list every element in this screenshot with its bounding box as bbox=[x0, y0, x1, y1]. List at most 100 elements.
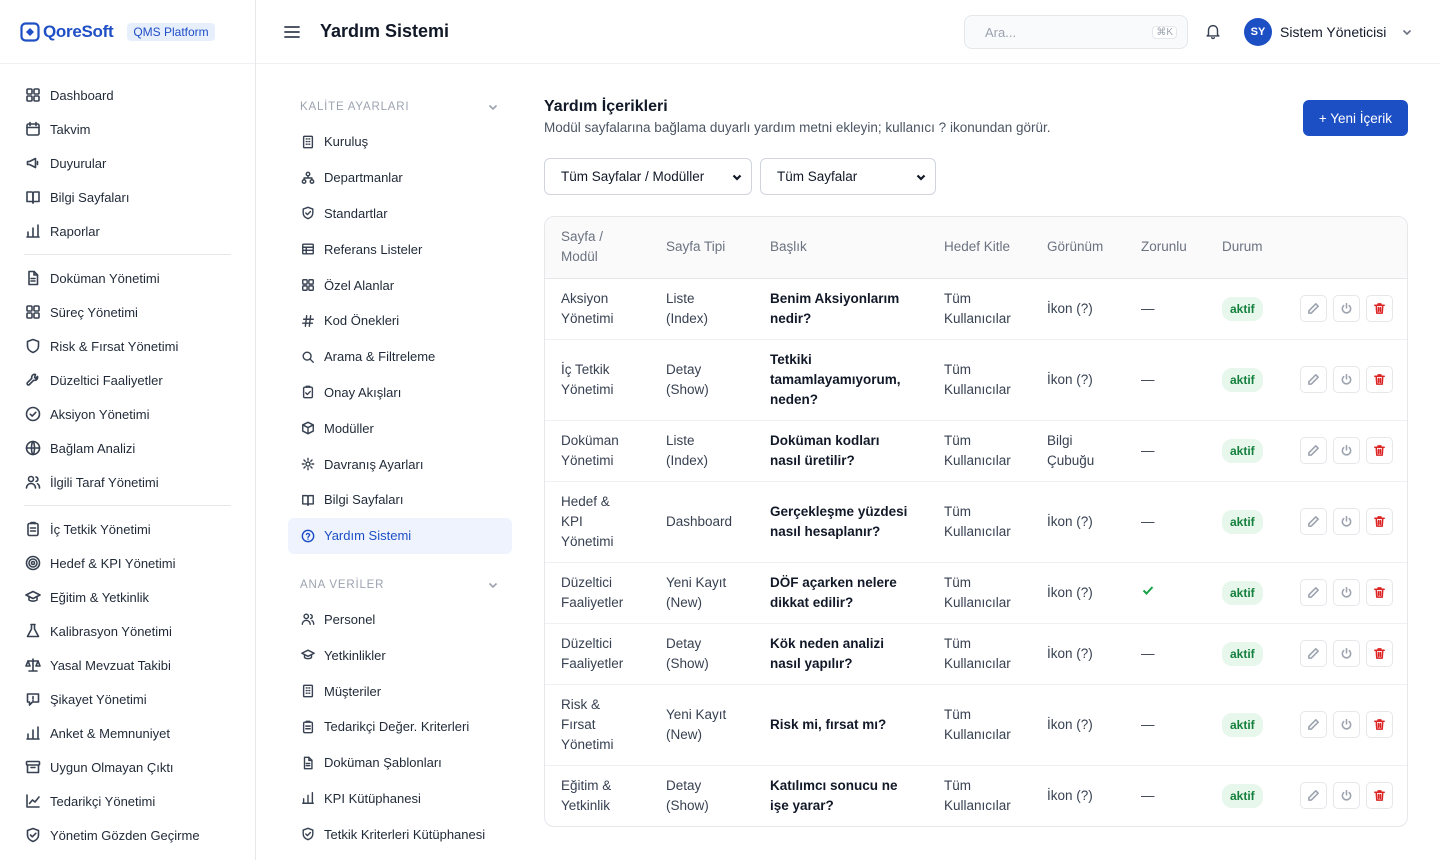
status-badge: aktif bbox=[1222, 712, 1263, 737]
sidebar-item[interactable]: Takvim bbox=[0, 112, 255, 146]
subnav-item[interactable]: Arama & Filtreleme bbox=[288, 339, 512, 375]
pencil-icon bbox=[1308, 445, 1319, 456]
sidebar-item[interactable]: Doküman Yönetimi bbox=[0, 261, 255, 295]
status-badge: aktif bbox=[1222, 509, 1263, 534]
edit-button[interactable] bbox=[1300, 711, 1327, 738]
delete-button[interactable] bbox=[1366, 295, 1393, 322]
subnav-item[interactable]: Müşteriler bbox=[288, 673, 512, 709]
edit-button[interactable] bbox=[1300, 579, 1327, 606]
calendar-icon bbox=[26, 121, 40, 136]
sidebar-item[interactable]: Duyurular bbox=[0, 146, 255, 180]
toggle-active-button[interactable] bbox=[1333, 782, 1360, 810]
toggle-active-button[interactable] bbox=[1333, 640, 1360, 667]
edit-button[interactable] bbox=[1300, 508, 1327, 535]
menu-toggle-button[interactable] bbox=[282, 22, 302, 42]
building-icon bbox=[302, 684, 314, 698]
clipboard-check-icon bbox=[302, 386, 314, 399]
subnav-item[interactable]: Standartlar bbox=[288, 196, 512, 232]
subnav-item[interactable]: Kod Önekleri bbox=[288, 303, 512, 339]
edit-button[interactable] bbox=[1300, 437, 1327, 464]
subnav-item[interactable]: Davranış Ayarları bbox=[288, 446, 512, 482]
sidebar-item[interactable]: İç Tetkik Yönetimi bbox=[0, 512, 255, 546]
org-chart-icon bbox=[301, 171, 315, 184]
page-title: Yardım Sistemi bbox=[320, 21, 450, 41]
page-filter-select[interactable]: Tüm Sayfalar bbox=[760, 158, 936, 195]
delete-button[interactable] bbox=[1366, 782, 1393, 810]
subnav-item-label: Tedarikçi Değer. Kriterleri bbox=[324, 719, 470, 735]
subnav-item[interactable]: Yardım Sistemi bbox=[288, 517, 512, 554]
toggle-active-button[interactable] bbox=[1333, 437, 1360, 464]
delete-button[interactable] bbox=[1366, 508, 1393, 535]
edit-button[interactable] bbox=[1300, 640, 1327, 667]
sidebar-item[interactable]: Şikayet Yönetimi bbox=[0, 682, 255, 716]
delete-button[interactable] bbox=[1366, 437, 1393, 464]
edit-button[interactable] bbox=[1300, 295, 1327, 322]
subnav-group-title[interactable]: ANA VERİLER bbox=[288, 568, 512, 602]
subnav-item[interactable]: Özel Alanlar bbox=[288, 267, 512, 303]
table-row: Düzeltici Faaliyetler Yeni Kayıt (New) DÖF… bbox=[545, 562, 1407, 624]
subnav-item[interactable]: Departmanlar bbox=[288, 160, 512, 196]
sidebar-item[interactable]: Yasal Mevzuat Takibi bbox=[0, 648, 255, 682]
delete-button[interactable] bbox=[1366, 579, 1393, 606]
notifications-button[interactable] bbox=[1204, 22, 1224, 42]
toggle-active-button[interactable] bbox=[1333, 295, 1360, 322]
subnav-item[interactable]: Referans Listeler bbox=[288, 231, 512, 267]
sidebar-item[interactable]: Düzeltici Faaliyetler bbox=[0, 363, 255, 397]
sidebar-item[interactable]: Anket & Memnuniyet bbox=[0, 716, 255, 750]
search-input[interactable]: Ara... ⌘K bbox=[964, 15, 1188, 49]
sidebar-item[interactable]: Bilgi Sayfaları bbox=[0, 180, 255, 214]
status-badge: aktif bbox=[1222, 367, 1263, 392]
toggle-active-button[interactable] bbox=[1333, 508, 1360, 535]
status-cell: aktif bbox=[1206, 562, 1283, 624]
subnav-item[interactable]: Yetkinlikler bbox=[288, 637, 512, 673]
brand-logo[interactable]: QoreSoft bbox=[20, 22, 114, 42]
new-content-button[interactable]: + Yeni İçerik bbox=[1302, 100, 1408, 136]
view-cell: İkon (?) bbox=[1031, 481, 1125, 563]
grid-icon bbox=[26, 305, 40, 319]
subnav-item-label: Kod Önekleri bbox=[324, 313, 400, 329]
sidebar-item[interactable]: Hedef & KPI Yönetimi bbox=[0, 546, 255, 580]
subnav-item[interactable]: Kuruluş bbox=[288, 124, 512, 160]
subnav-item-label: Özel Alanlar bbox=[324, 277, 395, 293]
shield-check-icon bbox=[302, 827, 314, 841]
module-filter-select[interactable]: Tüm Sayfalar / Modüller bbox=[544, 158, 752, 195]
sidebar-item[interactable]: Yönetim Gözden Geçirme bbox=[0, 818, 255, 852]
audience-cell: Tüm Kullanıcılar bbox=[928, 623, 1031, 685]
document-icon bbox=[303, 756, 313, 770]
actions-cell bbox=[1283, 623, 1407, 685]
delete-button[interactable] bbox=[1366, 640, 1393, 667]
sidebar-item[interactable]: İlgili Taraf Yönetimi bbox=[0, 465, 255, 499]
subnav-item[interactable]: Personel bbox=[288, 602, 512, 638]
power-icon bbox=[1341, 302, 1352, 314]
sidebar-item[interactable]: Eğitim & Yetkinlik bbox=[0, 580, 255, 614]
column-header: Hedef Kitle bbox=[928, 217, 1031, 279]
subnav-item[interactable]: Tedarikçi Değer. Kriterleri bbox=[288, 709, 512, 745]
subnav-item-label: Bilgi Sayfaları bbox=[324, 492, 404, 508]
user-menu[interactable]: SY Sistem Yöneticisi bbox=[1244, 18, 1414, 46]
toggle-active-button[interactable] bbox=[1333, 366, 1360, 393]
toggle-active-button[interactable] bbox=[1333, 711, 1360, 738]
subnav-item[interactable]: Modüller bbox=[288, 410, 512, 446]
sidebar-item-label: Doküman Yönetimi bbox=[50, 270, 160, 286]
subnav-item[interactable]: Bilgi Sayfaları bbox=[288, 482, 512, 518]
sidebar-item[interactable]: Bağlam Analizi bbox=[0, 431, 255, 465]
sidebar-item[interactable]: Risk & Fırsat Yönetimi bbox=[0, 329, 255, 363]
sidebar-item[interactable]: Uygun Olmayan Çıktı bbox=[0, 750, 255, 784]
subnav-group-title[interactable]: KALİTE AYARLARI bbox=[288, 90, 512, 124]
sidebar-item[interactable]: Dashboard bbox=[0, 78, 255, 112]
subnav-item[interactable]: Doküman Şablonları bbox=[288, 745, 512, 781]
edit-button[interactable] bbox=[1300, 782, 1327, 810]
toggle-active-button[interactable] bbox=[1333, 579, 1360, 606]
sidebar-item[interactable]: Raporlar bbox=[0, 214, 255, 248]
subnav-item[interactable]: KPI Kütüphanesi bbox=[288, 781, 512, 817]
sidebar-item[interactable]: Süreç Yönetimi bbox=[0, 295, 255, 329]
delete-button[interactable] bbox=[1366, 366, 1393, 393]
subnav-group-label: KALİTE AYARLARI bbox=[300, 101, 410, 113]
subnav-item[interactable]: Tetkik Kriterleri Kütüphanesi bbox=[288, 816, 512, 852]
sidebar-item[interactable]: Tedarikçi Yönetimi bbox=[0, 784, 255, 818]
delete-button[interactable] bbox=[1366, 711, 1393, 738]
sidebar-item[interactable]: Kalibrasyon Yönetimi bbox=[0, 614, 255, 648]
edit-button[interactable] bbox=[1300, 366, 1327, 393]
sidebar-item[interactable]: Aksiyon Yönetimi bbox=[0, 397, 255, 431]
subnav-item[interactable]: Onay Akışları bbox=[288, 375, 512, 411]
